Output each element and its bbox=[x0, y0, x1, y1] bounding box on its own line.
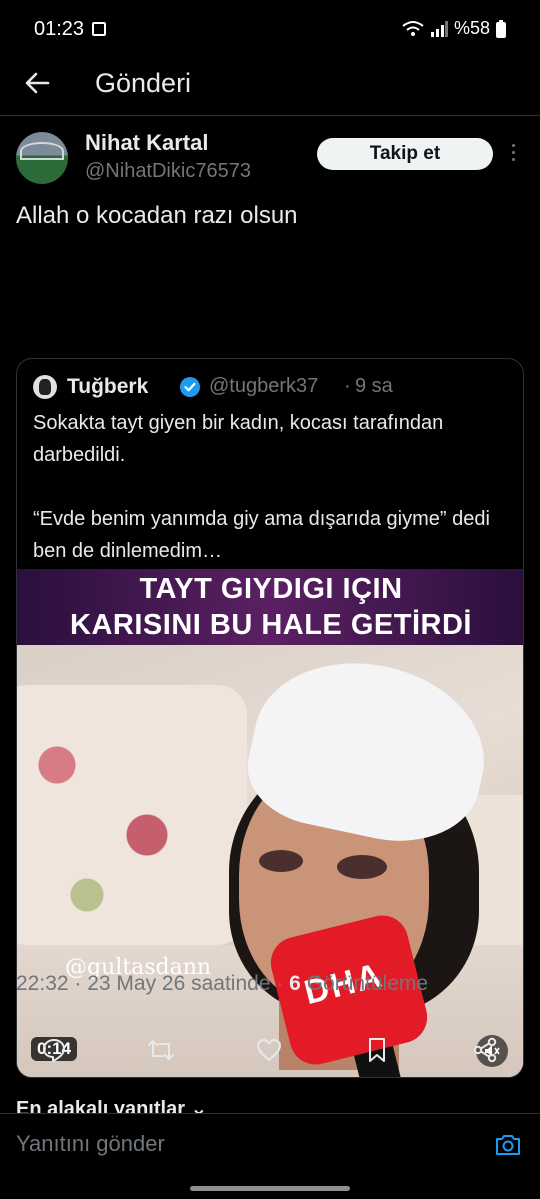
reply-icon bbox=[43, 1039, 65, 1062]
signal-icon bbox=[430, 20, 448, 37]
quote-author-name: Tuğberk bbox=[67, 375, 149, 398]
heart-icon bbox=[257, 1039, 281, 1061]
home-indicator[interactable] bbox=[190, 1186, 350, 1191]
bookmark-button[interactable] bbox=[357, 1030, 397, 1070]
more-options-icon[interactable] bbox=[508, 144, 518, 166]
status-indicators: %58 bbox=[402, 18, 506, 39]
share-button[interactable] bbox=[465, 1030, 505, 1070]
battery-icon bbox=[496, 19, 506, 38]
follow-button[interactable]: Takip et bbox=[317, 138, 493, 170]
quote-author-handle: @tugberk37 bbox=[209, 375, 319, 397]
author-handle[interactable]: @NihatDikic76573 bbox=[85, 160, 251, 183]
wifi-icon bbox=[402, 20, 424, 36]
replies-sort-toggle[interactable]: En alakalı yanıtlar ⌄ bbox=[16, 1096, 207, 1114]
views-label: Görüntüleme bbox=[300, 972, 429, 995]
reply-input[interactable] bbox=[16, 1128, 476, 1160]
image-notification-icon bbox=[92, 22, 106, 36]
page-title: Gönderi bbox=[95, 68, 192, 98]
post-timestamp: 22:32 · 23 May 26 saatinde · bbox=[16, 972, 290, 995]
quoted-post[interactable]: Tuğberk @tugberk37 · 9 sa Sokakta tayt g… bbox=[16, 358, 524, 1078]
reply-button[interactable] bbox=[34, 1030, 74, 1070]
bookmark-icon bbox=[369, 1038, 385, 1062]
quote-separator: · bbox=[344, 375, 351, 397]
quote-time: 9 sa bbox=[355, 375, 393, 397]
repost-button[interactable] bbox=[141, 1030, 181, 1070]
post-text: Allah o kocadan razı olsun bbox=[16, 202, 298, 229]
quote-paragraph: “Evde benim yanımda giy ama dışarıda giy… bbox=[33, 508, 490, 562]
quote-paragraph: Sokakta tayt giyen bir kadın, kocası tar… bbox=[33, 412, 444, 466]
status-time: 01:23 bbox=[34, 18, 85, 40]
avatar[interactable] bbox=[16, 132, 68, 184]
top-bar: Gönderi bbox=[0, 60, 540, 116]
verified-badge-icon bbox=[180, 377, 200, 397]
status-bar: 01:23 %58 bbox=[0, 0, 540, 60]
quote-avatar bbox=[33, 375, 57, 399]
battery-percent: %58 bbox=[453, 18, 490, 38]
banner-line-2: KARISINI BU HALE GETİRDİ bbox=[70, 609, 472, 641]
post-meta: 22:32 · 23 May 26 saatinde · 6 Görüntüle… bbox=[16, 972, 428, 996]
post-actions bbox=[0, 1030, 540, 1070]
video-player[interactable]: TAYT GIYDIGI IÇIN KARISINI BU HALE GETİR… bbox=[17, 569, 523, 1077]
like-button[interactable] bbox=[249, 1030, 289, 1070]
reply-composer bbox=[0, 1113, 540, 1173]
video-frame: DHA @gultasdann bbox=[17, 642, 523, 1077]
back-arrow-icon[interactable] bbox=[22, 68, 52, 98]
views-count: 6 bbox=[289, 972, 301, 995]
video-banner: TAYT GIYDIGI IÇIN KARISINI BU HALE GETİR… bbox=[17, 569, 523, 645]
share-icon bbox=[473, 1037, 497, 1063]
author-name[interactable]: Nihat Kartal bbox=[85, 130, 208, 156]
camera-icon[interactable] bbox=[494, 1132, 522, 1158]
repost-icon bbox=[148, 1040, 174, 1060]
banner-line-1: TAYT GIYDIGI IÇIN bbox=[139, 573, 403, 605]
